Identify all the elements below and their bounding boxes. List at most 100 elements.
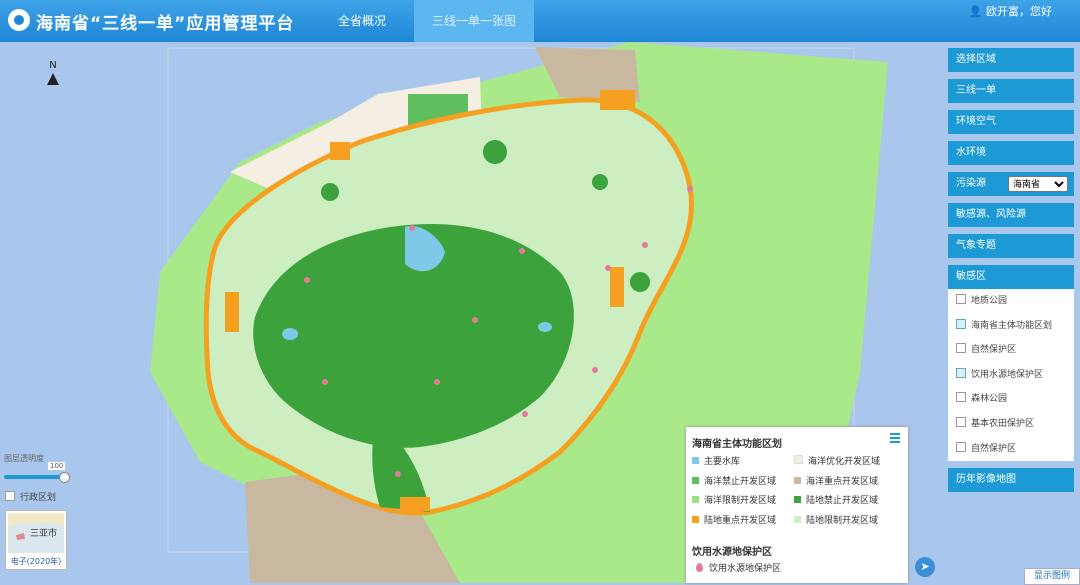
legend-swatch xyxy=(794,515,801,523)
basemap-thumbnail: 三亚市 xyxy=(8,513,64,553)
layer-item-farmland[interactable]: 基本农田保护区 xyxy=(948,412,1074,437)
legend-label: 海洋限制开发区域 xyxy=(704,496,777,506)
legend-item: 海洋禁止开发区域 xyxy=(692,474,794,487)
legend-swatch xyxy=(692,515,699,523)
legend-swatch xyxy=(794,496,801,503)
legend-row: 海洋限制开发区域 陆地禁止开发区域 xyxy=(692,493,904,513)
layer-label: 海南省主体功能区划 xyxy=(971,320,1053,331)
checkbox[interactable] xyxy=(956,416,966,427)
legend-label: 陆地限制开发区域 xyxy=(806,515,879,526)
layer-item-function-zoning[interactable]: 海南省主体功能区划 xyxy=(948,314,1074,339)
basemap-switcher[interactable]: 三亚市 电子(2020年) xyxy=(5,510,67,570)
tab-one-map[interactable]: 三线一单一张图 xyxy=(414,0,535,42)
checkbox[interactable] xyxy=(956,343,966,354)
legend-item: 海洋限制开发区域 xyxy=(692,493,794,506)
locate-icon[interactable]: ➤ xyxy=(915,557,935,577)
legend-item: 陆地限制开发区域 xyxy=(794,513,896,526)
layer-label: 基本农田保护区 xyxy=(971,418,1035,429)
urban-zone-haikou xyxy=(600,90,635,110)
legend-item: 海洋重点开发区域 xyxy=(794,474,896,487)
legend-swatch xyxy=(692,476,699,484)
forest-patch xyxy=(483,140,507,164)
header-bar: 海南省“三线一单”应用管理平台 全省概况 三线一单一张图 👤 欧开富，您好 xyxy=(0,0,1080,42)
logo-icon xyxy=(8,9,30,31)
legend-grid: 主要水库 海洋优化开发区域 海洋禁止开发区域 海洋重点开发区域 海洋限制开发区域 陆地… xyxy=(692,454,904,532)
reservoir xyxy=(538,322,552,332)
sensitive-risk-source-button[interactable]: 敏感源、风险源 xyxy=(948,203,1074,227)
user-greeting[interactable]: 👤 欧开富，您好 xyxy=(969,3,1052,19)
three-lines-button[interactable]: 三线一单 xyxy=(948,79,1074,103)
sensitive-area-button[interactable]: 敏感区 xyxy=(948,265,1074,289)
legend-label: 陆地重点开发区域 xyxy=(704,515,777,526)
north-arrow: N xyxy=(44,60,62,85)
water-environment-button[interactable]: 水环境 xyxy=(948,141,1074,165)
slider-handle[interactable] xyxy=(59,472,70,483)
legend-label: 海洋禁止开发区域 xyxy=(704,476,777,487)
legend-swatch xyxy=(794,476,801,484)
legend-item-water-source: 饮用水源地保护区 xyxy=(696,561,781,574)
pollution-source-label: 污染源 xyxy=(956,178,986,189)
legend-title: 海南省主体功能区划 xyxy=(692,439,782,450)
user-icon: 👤 xyxy=(968,5,983,18)
legend-item: 主要水库 xyxy=(692,454,794,467)
legend-swatch xyxy=(692,457,699,464)
basemap-city-label: 三亚市 xyxy=(30,529,58,539)
checkbox[interactable] xyxy=(956,441,966,452)
legend-label: 陆地禁止开发区域 xyxy=(806,496,879,506)
legend-label: 饮用水源地保护区 xyxy=(709,564,782,574)
checkbox[interactable] xyxy=(956,367,966,378)
layer-item-geopark[interactable]: 地质公园 xyxy=(948,289,1074,314)
legend-row: 陆地重点开发区域 陆地限制开发区域 xyxy=(692,513,904,533)
layer-label: 地质公园 xyxy=(971,296,1008,306)
urban-zone-west xyxy=(225,292,239,332)
layer-label: 森林公园 xyxy=(971,394,1008,405)
legend-swatch xyxy=(794,455,803,464)
layer-item-water-source[interactable]: 饮用水源地保护区 xyxy=(948,363,1074,388)
urban-zone-east xyxy=(610,267,624,307)
layer-item-forest-park[interactable]: 森林公园 xyxy=(948,387,1074,412)
legend-item: 陆地禁止开发区域 xyxy=(794,493,896,506)
legend-item: 海洋优化开发区域 xyxy=(794,454,896,467)
select-region-button[interactable]: 选择区域 xyxy=(948,48,1074,72)
forest-patch xyxy=(592,174,608,190)
legend-row: 主要水库 海洋优化开发区域 xyxy=(692,454,904,474)
legend-label: 海洋重点开发区域 xyxy=(806,476,879,487)
history-imagery-button[interactable]: 历年影像地图 xyxy=(948,468,1074,493)
sidebar: 选择区域 三线一单 环境空气 水环境 污染源 海南省 敏感源、风险源 气象专题 … xyxy=(948,48,1074,499)
slider-fill xyxy=(4,475,66,479)
opacity-slider[interactable] xyxy=(4,472,70,483)
user-greeting-text: 欧开富，您好 xyxy=(986,5,1052,18)
legend-section-water-source: 饮用水源地保护区 xyxy=(692,547,772,558)
sensitive-area-list: 地质公园 海南省主体功能区划 自然保护区 饮用水源地保护区 森林公园 基本农田保… xyxy=(948,289,1074,462)
checkbox[interactable] xyxy=(956,294,966,304)
layer-item-nature-reserve[interactable]: 自然保护区 xyxy=(948,338,1074,363)
layer-label: 自然保护区 xyxy=(971,443,1017,454)
opacity-label: 图层透明度 xyxy=(4,454,44,463)
legend-item: 陆地重点开发区域 xyxy=(692,513,794,526)
legend-label: 主要水库 xyxy=(704,457,741,467)
admin-boundary-label: 行政区划 xyxy=(20,493,57,503)
urban-zone xyxy=(330,142,350,160)
layer-item-nature-reserve-2[interactable]: 自然保护区 xyxy=(948,437,1074,462)
checkbox[interactable] xyxy=(5,491,15,501)
show-legend-button[interactable]: 显示图例 xyxy=(1024,568,1080,585)
basemap-caption: 电子(2020年) xyxy=(10,557,62,566)
north-label: N xyxy=(49,60,57,71)
legend-label: 海洋优化开发区域 xyxy=(808,457,881,467)
pollution-source-button[interactable]: 污染源 海南省 xyxy=(948,172,1074,196)
checkbox[interactable] xyxy=(956,318,966,329)
forest-patch xyxy=(321,183,339,201)
opacity-value: 100 xyxy=(48,462,66,470)
north-arrow-icon xyxy=(47,73,59,85)
legend-list-icon[interactable] xyxy=(890,433,900,443)
layer-label: 饮用水源地保护区 xyxy=(971,369,1044,380)
admin-boundary-toggle[interactable]: 行政区划 xyxy=(5,490,56,503)
checkbox[interactable] xyxy=(956,392,966,403)
weather-topic-button[interactable]: 气象专题 xyxy=(948,234,1074,258)
legend-panel: 海南省主体功能区划 主要水库 海洋优化开发区域 海洋禁止开发区域 海洋重点开发区域 … xyxy=(686,427,908,583)
ambient-air-button[interactable]: 环境空气 xyxy=(948,110,1074,134)
tab-overview[interactable]: 全省概况 xyxy=(320,0,404,42)
pollution-region-select[interactable]: 海南省 xyxy=(1008,176,1068,192)
reservoir xyxy=(282,328,298,340)
water-drop-icon xyxy=(696,563,703,572)
